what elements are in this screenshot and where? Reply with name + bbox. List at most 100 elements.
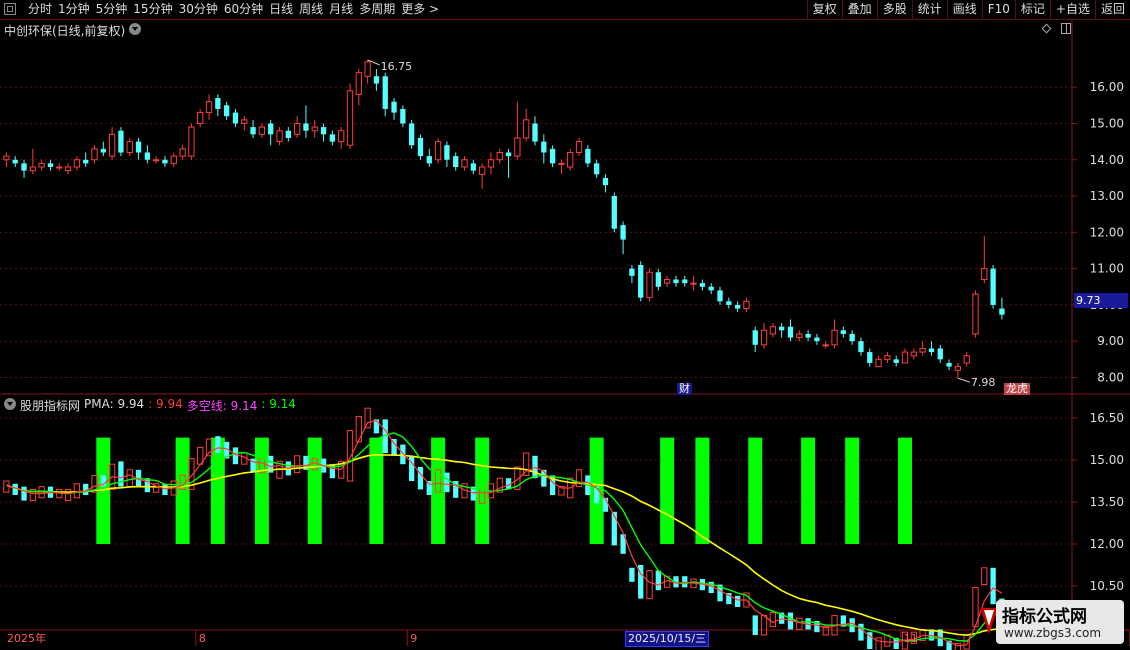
candle-body — [268, 123, 274, 135]
candle-body — [541, 141, 547, 153]
panel-toggle-icon[interactable] — [1061, 23, 1071, 34]
candle-body — [867, 352, 873, 363]
candle-body — [355, 72, 362, 95]
time-label: 2025年 — [7, 631, 46, 645]
watermark-url: www.zbgs3.com — [1004, 626, 1102, 640]
candle-body — [118, 130, 124, 153]
candle-body — [752, 330, 758, 345]
price-tick-label: 15.00 — [1090, 116, 1124, 130]
duokong-value-2: : 9.14 — [261, 397, 296, 411]
candle-body — [478, 166, 486, 175]
indicator-name[interactable]: 股朋指标网 — [20, 397, 80, 414]
mini-candle — [769, 612, 777, 628]
candle-body — [963, 355, 970, 364]
mini-candle — [21, 486, 27, 501]
candle-body — [682, 279, 688, 284]
current-price-tag: 9.73 — [1074, 293, 1128, 308]
indicator-tick-label: 10.50 — [1090, 579, 1124, 593]
candle-body — [787, 326, 794, 338]
candle-body — [928, 348, 935, 353]
candle-body — [849, 333, 855, 342]
mini-candle — [752, 615, 758, 635]
candle-body — [760, 329, 768, 346]
mini-candle — [346, 430, 354, 482]
mini-candle — [646, 570, 653, 600]
mini-candle — [400, 444, 406, 465]
pma-value-2: : 9.94 — [148, 397, 183, 411]
mini-candle — [426, 481, 432, 495]
candle-body — [364, 61, 371, 77]
candle-body — [444, 145, 450, 160]
mini-candle — [444, 472, 450, 493]
candle-body — [638, 264, 644, 298]
candle-body — [523, 119, 530, 139]
candle-body — [293, 122, 301, 135]
mini-candle — [734, 595, 741, 607]
candle-body — [83, 159, 89, 164]
stock-title[interactable]: 中创环保(日线,前复权) — [4, 22, 125, 39]
price-tick-label: 16.00 — [1090, 80, 1124, 94]
chevron-down-icon[interactable] — [4, 398, 16, 410]
candle-body — [56, 166, 63, 169]
candle-body — [232, 112, 239, 124]
candle-body — [717, 290, 723, 302]
watermark: 指标公式网 www.zbgs3.com — [996, 600, 1124, 644]
indicator-chart — [3, 407, 1005, 650]
price-tick-label: 11.00 — [1090, 262, 1124, 276]
candle-body — [153, 159, 160, 162]
price-tick-label: 14.00 — [1090, 153, 1124, 167]
time-label: 8 — [199, 632, 206, 645]
candle-body — [3, 155, 10, 161]
candle-body — [215, 98, 221, 109]
kline-chart[interactable]: 16.0015.0014.0013.0012.0011.0010.009.008… — [0, 0, 1130, 650]
signal-bar — [254, 437, 269, 544]
candle-body — [29, 166, 36, 172]
candle-body — [487, 159, 495, 168]
candle-body — [205, 101, 213, 114]
finance-event-tag[interactable]: 财 — [677, 383, 692, 395]
chevron-down-icon[interactable] — [129, 23, 141, 35]
candle-body — [673, 279, 679, 284]
indicator-tick-label: 12.00 — [1090, 537, 1124, 551]
candle-body — [338, 130, 345, 143]
candle-body — [303, 123, 309, 131]
candle-body — [620, 225, 626, 240]
watermark-title: 指标公式网 — [1002, 607, 1087, 627]
candle-body — [47, 163, 54, 168]
longhu-event-tag[interactable]: 龙虎 — [1004, 383, 1030, 395]
signal-bar — [210, 437, 225, 544]
candle-body — [575, 141, 583, 153]
candle-body — [567, 151, 574, 168]
candle-body — [910, 351, 917, 357]
candle-body — [875, 358, 882, 368]
candle-body — [320, 127, 327, 135]
candle-body — [426, 156, 432, 164]
candles: 16.75 7.98 — [3, 59, 1005, 389]
time-axis: 2025年89101112 — [7, 630, 1130, 646]
candle-body — [64, 166, 72, 172]
candle-body — [505, 152, 512, 157]
time-label: 11 — [904, 632, 918, 645]
candle-body — [346, 90, 354, 146]
candle-body — [434, 141, 442, 161]
signal-bar — [431, 437, 446, 544]
indicator-title: 股朋指标网 PMA: 9.94 : 9.94 多空线: 9.14 : 9.14 — [4, 397, 296, 414]
candle-body — [409, 123, 415, 146]
candle-body — [197, 112, 204, 124]
candle-body — [690, 282, 697, 285]
indicator-tick-label: 13.50 — [1090, 495, 1124, 509]
mini-candle — [796, 617, 803, 630]
candle-body — [417, 137, 424, 157]
candle-body — [858, 341, 864, 353]
candle-body — [532, 123, 538, 142]
indicator-tick-label: 15.00 — [1090, 453, 1124, 467]
candle-body — [250, 127, 256, 135]
candle-body — [382, 76, 388, 109]
candle-body — [585, 148, 591, 164]
candle-body — [937, 348, 943, 360]
mini-candle — [126, 469, 133, 488]
signal-bar — [660, 437, 675, 544]
low-pointer — [957, 377, 971, 383]
candle-body — [514, 137, 521, 157]
signal-bar — [369, 437, 384, 544]
